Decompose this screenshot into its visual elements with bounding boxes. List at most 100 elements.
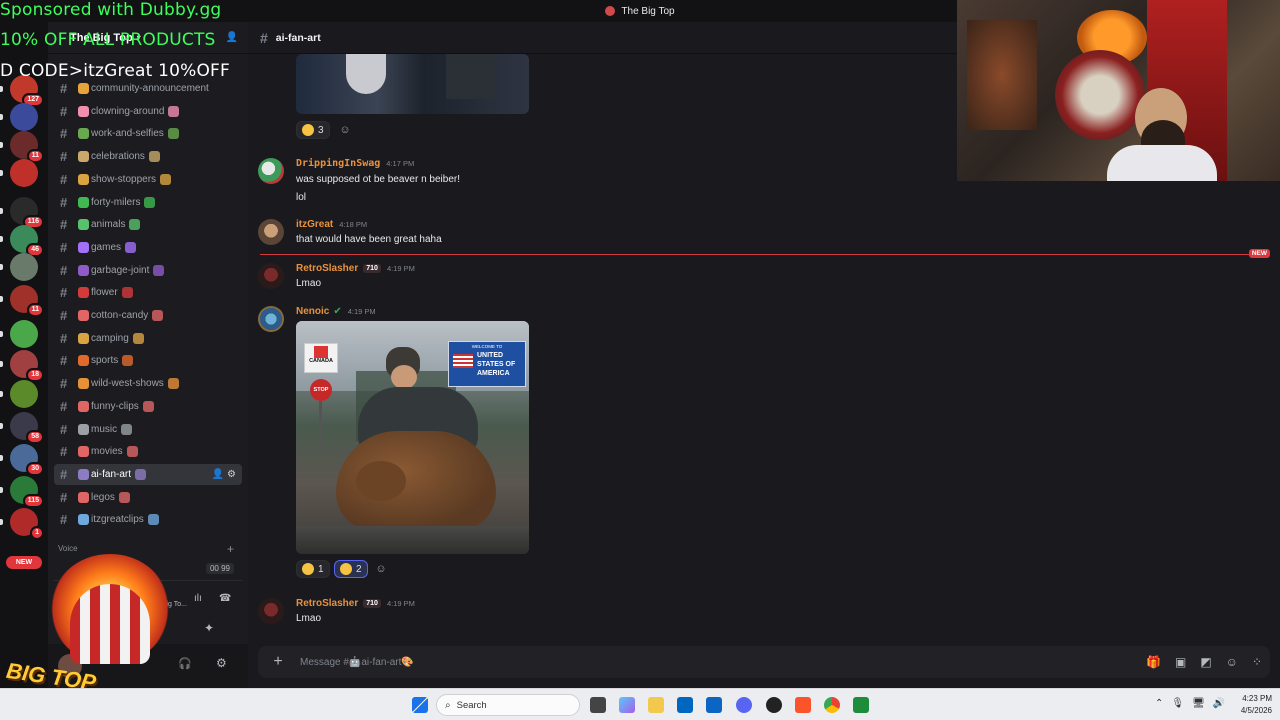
apps-icon[interactable]: ⁘ [1252, 655, 1262, 669]
channel-wild-west-shows[interactable]: # wild-west-shows [54, 373, 242, 394]
channel-itzgreatclips[interactable]: # itzgreatclips [54, 509, 242, 530]
popcorn-icon [126, 446, 138, 458]
channel-clowning-around[interactable]: # clowning-around [54, 101, 242, 122]
server-icon[interactable]: 11 [10, 285, 44, 317]
avatar[interactable] [258, 219, 284, 245]
discord-icon[interactable] [736, 697, 752, 713]
channel-sports[interactable]: # sports [54, 350, 242, 371]
chevron-up-icon[interactable]: ⌃ [1155, 698, 1163, 709]
author-name[interactable]: RetroSlasher [296, 598, 358, 609]
channel-funny-clips[interactable]: # funny-clips [54, 396, 242, 417]
app-icon[interactable] [853, 697, 869, 713]
role-badge[interactable]: 710 [363, 264, 381, 273]
beaver-head [356, 461, 406, 501]
channel-work-and-selfies[interactable]: # work-and-selfies [54, 123, 242, 144]
channel-movies[interactable]: # movies [54, 441, 242, 462]
server-icon[interactable]: 30 [10, 444, 44, 476]
unread-indicator [0, 236, 3, 242]
store-icon[interactable] [677, 697, 693, 713]
channel-legos[interactable]: # legos [54, 487, 242, 508]
server-icon[interactable] [10, 320, 38, 348]
gift-icon[interactable]: 🎁 [1146, 655, 1161, 669]
copilot-icon[interactable] [619, 697, 635, 713]
add-reaction-icon[interactable]: ☺ [336, 121, 354, 139]
message-input[interactable]: Message #🤖ai-fan-art🎨 [300, 657, 414, 668]
channel-music[interactable]: # music [54, 419, 242, 440]
server-icon[interactable] [10, 159, 38, 187]
clock-time: 4:23 PM [1242, 694, 1272, 703]
window-title: The Big Top [621, 5, 675, 17]
role-badge[interactable]: 710 [363, 599, 381, 608]
add-reaction-icon[interactable]: ☺ [372, 560, 390, 578]
server-icon[interactable]: 11 [10, 131, 44, 163]
reaction-rofl[interactable]: 1 [296, 560, 330, 578]
circus-tent [70, 584, 150, 664]
add-voice-channel-icon[interactable]: + [227, 542, 234, 556]
start-icon[interactable] [412, 697, 428, 713]
hash-icon: # [60, 194, 68, 210]
channel-camping[interactable]: # camping [54, 328, 242, 349]
reaction-count: 3 [318, 124, 324, 136]
beaver-image[interactable]: CANADA STOP WELCOME TO UNITED STATES OF … [296, 321, 529, 554]
server-icon[interactable] [10, 380, 38, 408]
channel-games[interactable]: # games [54, 237, 242, 258]
channel-show-stoppers[interactable]: # show-stoppers [54, 169, 242, 190]
channel-ai-fan-art[interactable]: # ai-fan-art 👤 ⚙ [54, 463, 242, 485]
channel-cotton-candy[interactable]: # cotton-candy [54, 305, 242, 326]
author-name[interactable]: itzGreat [296, 219, 333, 230]
avatar[interactable] [258, 306, 284, 332]
server-icon[interactable]: 46 [10, 225, 44, 257]
task-view-icon[interactable] [590, 697, 606, 713]
controller-icon [125, 241, 137, 253]
channel-garbage-joint[interactable]: # garbage-joint [54, 260, 242, 281]
server-icon[interactable] [10, 253, 38, 281]
channel-name: movies [91, 446, 123, 458]
network-icon[interactable]: 🖥 [1192, 698, 1205, 709]
author-name[interactable]: DrippingInSwag [296, 158, 380, 169]
attach-plus-icon[interactable]: + [264, 653, 292, 671]
avatar[interactable] [258, 598, 284, 624]
avatar[interactable] [258, 158, 284, 184]
activity-icon[interactable]: ✦ [204, 621, 214, 635]
unread-indicator [0, 519, 3, 525]
outlook-icon[interactable] [706, 697, 722, 713]
gear-icon[interactable]: ⚙ [216, 656, 227, 670]
previous-image[interactable] [296, 54, 529, 114]
taskbar-search[interactable]: ⌕ Search [436, 694, 580, 716]
reaction-joy[interactable]: 3 [296, 121, 330, 139]
sticker-icon[interactable]: ◩ [1200, 655, 1211, 669]
mic-icon[interactable]: 🎙 [1171, 698, 1184, 709]
server-icon[interactable]: 116 [10, 197, 44, 229]
channel-flower[interactable]: # flower [54, 282, 242, 303]
channel-forty-milers[interactable]: # forty-milers [54, 192, 242, 213]
server-icon[interactable] [10, 103, 38, 131]
gif-icon[interactable]: ▣ [1175, 655, 1186, 669]
clock[interactable]: 4:23 PM 4/5/2026 [1241, 693, 1272, 717]
reaction-joy[interactable]: 2 [334, 560, 368, 578]
server-icon[interactable]: 1 [10, 508, 44, 540]
hash-icon: # [60, 149, 68, 165]
server-icon[interactable]: 115 [10, 476, 44, 508]
channel-settings-icon[interactable]: 👤 ⚙ [212, 469, 236, 480]
server-icon[interactable]: 58 [10, 412, 44, 444]
volume-icon[interactable]: 🔊 [1213, 698, 1225, 709]
emoji-icon[interactable]: ☺ [1226, 655, 1238, 669]
server-icon[interactable]: 18 [10, 350, 44, 382]
brave-icon[interactable] [795, 697, 811, 713]
channel-name: wild-west-shows [91, 378, 164, 390]
obs-icon[interactable] [766, 697, 782, 713]
note-icon [121, 423, 133, 435]
avatar[interactable] [258, 263, 284, 289]
chrome-icon[interactable] [824, 697, 840, 713]
channel-celebrations[interactable]: # celebrations [54, 146, 242, 167]
promo-line: Sponsored with Dubby.gg [0, 0, 222, 20]
channel-animals[interactable]: # animals [54, 214, 242, 235]
file-explorer-icon[interactable] [648, 697, 664, 713]
timestamp: 4:17 PM [386, 159, 415, 168]
disconnect-icon[interactable]: ☎ [219, 593, 231, 604]
author-name[interactable]: RetroSlasher [296, 263, 358, 274]
channel-community-announcement[interactable]: # community-announcement [54, 78, 242, 99]
invite-icon[interactable]: 👤 [226, 32, 238, 43]
author-name[interactable]: Nenoic [296, 306, 329, 317]
channel-name: ai-fan-art [91, 468, 132, 480]
